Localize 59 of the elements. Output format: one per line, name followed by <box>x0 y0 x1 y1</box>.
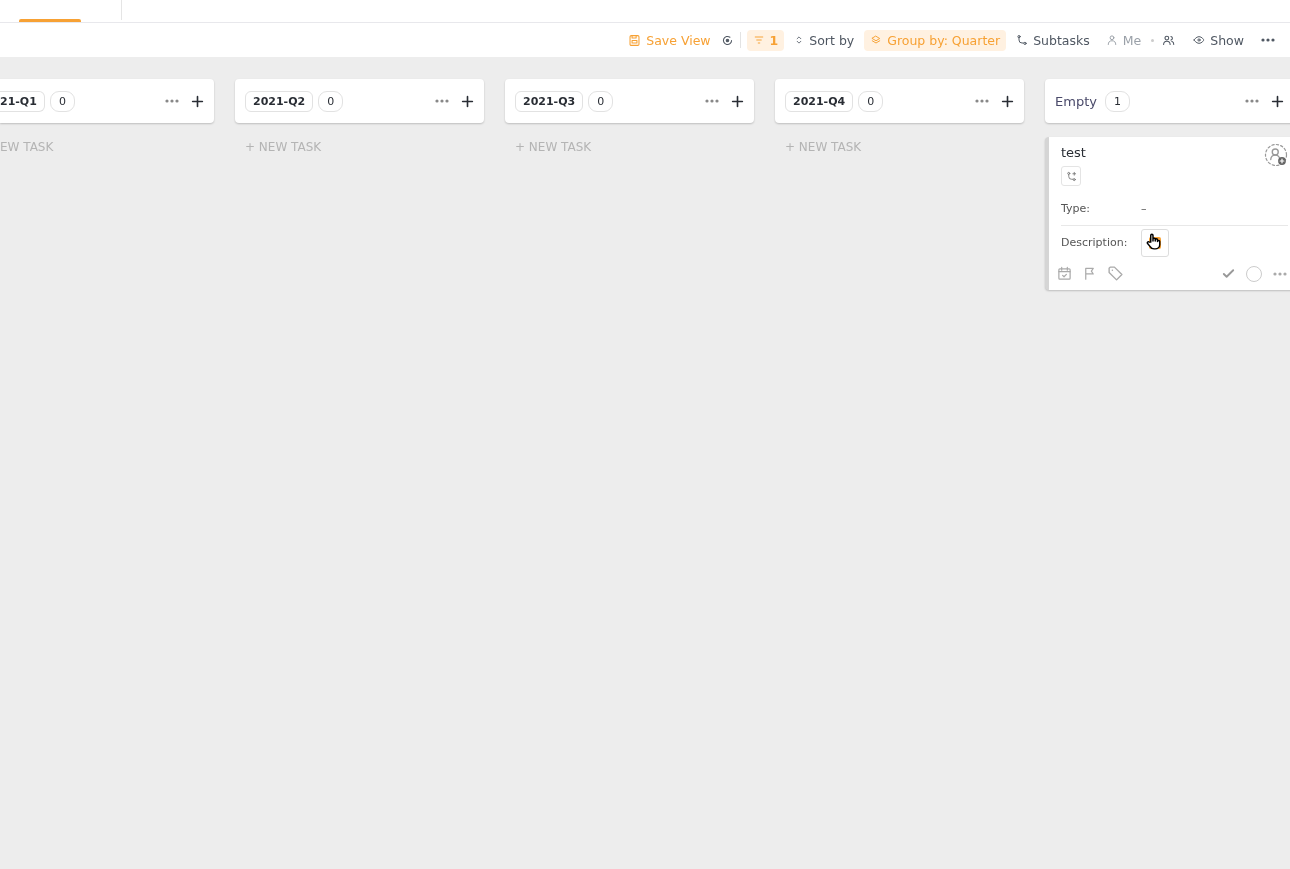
hand-cursor-icon <box>1144 232 1162 250</box>
task-count: 1 <box>1104 90 1130 112</box>
flag-icon <box>1082 266 1097 281</box>
check-icon <box>1221 266 1236 281</box>
add-task-button[interactable] <box>1001 94 1014 108</box>
add-task-button[interactable] <box>1271 94 1284 108</box>
field-value: – <box>1141 202 1147 215</box>
new-task-link[interactable]: + NEW TASK <box>785 140 1024 154</box>
group-label: 2021-Q4 <box>785 90 854 112</box>
field-label: Type: <box>1061 202 1091 215</box>
group-label: 2021-Q2 <box>245 90 314 112</box>
task-count: 0 <box>588 90 614 112</box>
more-icon <box>164 99 180 103</box>
save-icon <box>628 33 642 47</box>
plus-icon <box>461 94 474 108</box>
filter-icon <box>752 34 765 46</box>
task-title: test <box>1061 145 1086 160</box>
new-task-link[interactable]: EW TASK <box>0 140 214 154</box>
new-task-link[interactable]: + NEW TASK <box>515 140 754 154</box>
add-assignee-icon <box>1264 143 1288 167</box>
new-task-link[interactable]: + NEW TASK <box>245 140 484 154</box>
layers-icon <box>870 34 883 46</box>
eye-icon <box>1193 34 1206 46</box>
column-title: Empty <box>1055 93 1098 109</box>
calendar-icon <box>1057 266 1072 281</box>
person-icon <box>1105 34 1118 46</box>
plus-icon <box>1001 94 1014 108</box>
refresh-icon <box>720 33 734 47</box>
save-view-button[interactable]: Save View <box>622 29 717 51</box>
plus-icon <box>191 94 204 108</box>
more-icon <box>704 99 720 103</box>
task-card[interactable]: test Type: – Description: <box>1045 137 1290 290</box>
add-task-button[interactable] <box>461 94 474 108</box>
field-label: Description: <box>1061 236 1129 249</box>
more-icon <box>1272 271 1288 276</box>
task-count: 0 <box>318 90 344 112</box>
group-label: 2021-Q3 <box>515 90 584 112</box>
more-icon <box>1260 38 1276 42</box>
subtasks-icon <box>1016 34 1029 46</box>
me-filter-button[interactable]: Me <box>1099 29 1148 51</box>
more-icon <box>1244 99 1260 103</box>
add-task-button[interactable] <box>731 94 744 108</box>
group-label: 21-Q1 <box>0 90 45 112</box>
more-icon <box>434 99 450 103</box>
filter-button[interactable]: 1 <box>746 29 785 51</box>
tag-icon <box>1107 265 1124 282</box>
plus-icon <box>731 94 744 108</box>
subtasks-icon <box>1065 170 1077 182</box>
more-icon <box>974 99 990 103</box>
plus-icon <box>1271 94 1284 108</box>
task-count: 0 <box>49 90 75 112</box>
show-button[interactable]: Show <box>1187 29 1250 51</box>
sort-button[interactable]: Sort by <box>788 29 861 51</box>
add-task-button[interactable] <box>191 94 204 108</box>
people-icon <box>1162 33 1176 47</box>
group-by-button[interactable]: Group by: Quarter <box>864 29 1007 51</box>
subtasks-button[interactable]: Subtasks <box>1010 29 1096 51</box>
subtask-button[interactable] <box>1061 166 1081 186</box>
task-count: 0 <box>858 90 884 112</box>
